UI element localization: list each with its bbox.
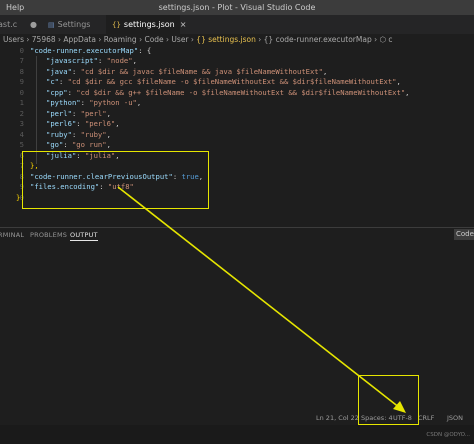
json-punct: : { (138, 46, 152, 55)
breadcrumb[interactable]: Users › 75968 › AppData › Roaming › Code… (0, 34, 474, 46)
line-number: 3 (19, 119, 24, 128)
code-line[interactable]: "python": "python -u", (46, 98, 141, 107)
code-line[interactable]: "java": "cd $dir && javac $fileName && j… (46, 67, 327, 76)
tab-output[interactable]: OUTPUT (70, 231, 98, 241)
status-cursor-position[interactable]: Ln 21, Col 22 (316, 414, 359, 422)
tab-ast-c[interactable]: ast.c (0, 15, 26, 34)
status-eol[interactable]: CRLF (418, 414, 434, 422)
json-key: "c" (46, 77, 59, 86)
line-number: 7 (19, 56, 24, 65)
code-line[interactable]: "ruby": "ruby", (46, 130, 111, 139)
tab-label: settings.json (123, 20, 175, 29)
bottom-strip (0, 425, 474, 444)
output-channel-select[interactable]: Code (454, 229, 474, 240)
json-value: "cd $dir && javac $fileName && java $fil… (80, 67, 323, 76)
json-value: "perl6" (84, 119, 116, 128)
line-number: 5 (19, 140, 24, 149)
code-line[interactable]: "c": "cd $dir && gcc $fileName -o $fileN… (46, 77, 401, 86)
tab-label: ast.c (0, 20, 18, 29)
tab-settings-json[interactable]: {} settings.json × (106, 15, 186, 34)
json-key: "go" (46, 140, 64, 149)
line-number: 6 (19, 151, 24, 160)
line-number: 0 (19, 46, 24, 55)
json-key: "python" (46, 98, 81, 107)
json-key: "ruby" (46, 130, 72, 139)
json-punct: } (16, 193, 21, 202)
json-key: "cpp" (46, 88, 68, 97)
title-bar: Help settings.json - Plot - Visual Studi… (0, 0, 474, 15)
line-number: 0 (19, 193, 24, 202)
json-key: "perl" (46, 109, 72, 118)
line-number: 2 (19, 109, 24, 118)
breadcrumb-tail[interactable]: › ⬡ c (372, 35, 392, 44)
code-line[interactable]: "go": "go run", (46, 140, 111, 149)
line-number: 8 (19, 172, 24, 181)
line-number: 9 (19, 77, 24, 86)
line-number: 7 (19, 161, 24, 170)
breadcrumb-file[interactable]: {} settings.json (196, 35, 256, 44)
json-key: "javascript" (46, 56, 98, 65)
code-line[interactable]: "perl": "perl", (46, 109, 111, 118)
settings-file-icon: ▤ (48, 21, 55, 29)
json-value: "cd $dir && gcc $fileName -o $fileNameWi… (67, 77, 397, 86)
json-value: "ruby" (80, 130, 107, 139)
code-line[interactable]: } (16, 193, 20, 202)
line-number: 0 (19, 88, 24, 97)
annotation-box-encoding (358, 375, 419, 425)
breadcrumb-sep: › (255, 35, 264, 44)
json-file-icon: {} (112, 21, 121, 29)
json-value: "python -u" (89, 98, 137, 107)
code-line[interactable]: "cpp": "cd $dir && g++ $fileName -o $fil… (46, 88, 410, 97)
tab-label: Settings (57, 20, 91, 29)
json-value: "node" (106, 56, 133, 65)
line-number: 1 (19, 98, 24, 107)
status-language[interactable]: JSON (447, 414, 463, 422)
close-icon[interactable]: × (180, 20, 187, 29)
json-key: "perl6" (46, 119, 77, 128)
code-line[interactable]: "code-runner.executorMap": { (30, 46, 151, 55)
tab-terminal[interactable]: RMINAL (0, 231, 24, 239)
json-value: "go run" (71, 140, 107, 149)
json-key: "java" (46, 67, 72, 76)
breadcrumb-path[interactable]: Users › 75968 › AppData › Roaming › Code… (3, 35, 196, 44)
watermark: CSDN @ODYO... (426, 432, 470, 438)
editor-tab-bar: ast.c ● ▤ Settings {} settings.json × (0, 15, 474, 34)
breadcrumb-symbol[interactable]: {} code-runner.executorMap (264, 35, 372, 44)
code-line[interactable]: "perl6": "perl6", (46, 119, 120, 128)
json-key: "code-runner.executorMap" (30, 46, 139, 55)
json-value: "perl" (80, 109, 107, 118)
panel-tab-bar: RMINAL PROBLEMS OUTPUT Code (0, 227, 474, 241)
json-value: "cd $dir && g++ $fileName -o $fileNameWi… (76, 88, 406, 97)
window-title: settings.json - Plot - Visual Studio Cod… (158, 3, 316, 12)
line-number: 4 (19, 130, 24, 139)
code-line[interactable]: "javascript": "node", (46, 56, 137, 65)
tab-problems[interactable]: PROBLEMS (30, 231, 67, 239)
tab-settings[interactable]: ▤ Settings (48, 15, 104, 34)
annotation-box-settings (22, 151, 209, 209)
unsaved-dot-icon[interactable]: ● (30, 15, 40, 34)
line-number: 9 (19, 182, 24, 191)
indent-guide (36, 56, 37, 164)
line-number: 8 (19, 67, 24, 76)
